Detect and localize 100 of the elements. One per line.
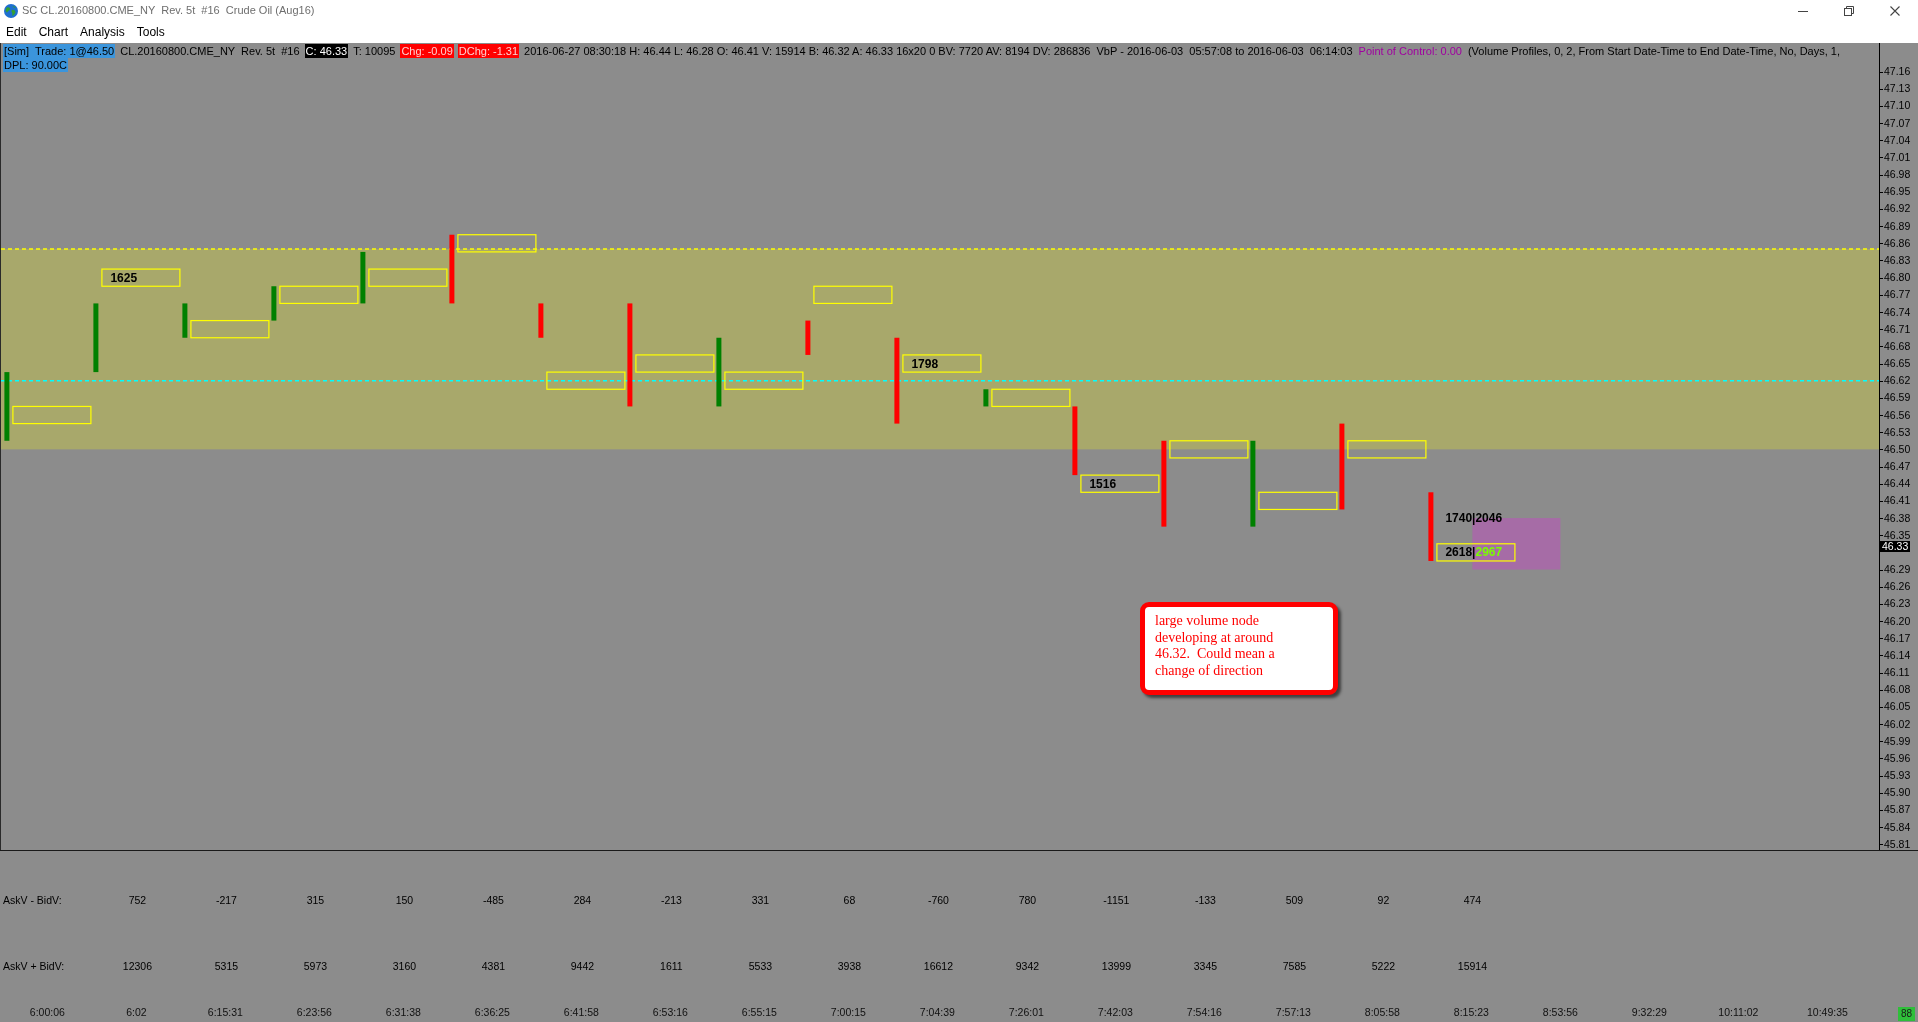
price-label: 46.59 bbox=[1884, 392, 1911, 404]
price-label: 46.02 bbox=[1884, 718, 1911, 730]
price-bar bbox=[271, 286, 277, 321]
menu-item[interactable]: Tools bbox=[130, 22, 171, 42]
study-value: 3160 bbox=[392, 959, 417, 973]
close-icon bbox=[1890, 5, 1900, 16]
price-label: 47.07 bbox=[1884, 117, 1911, 129]
time-label: 6:31:38 bbox=[385, 1006, 421, 1018]
price-label: 46.11 bbox=[1884, 667, 1910, 679]
price-label: 46.20 bbox=[1884, 615, 1911, 627]
price-bar bbox=[805, 320, 811, 355]
study-value: 68 bbox=[843, 893, 856, 907]
info-text: C: 46.33 bbox=[304, 44, 349, 58]
price-bar bbox=[538, 303, 544, 338]
price-label: 46.41 bbox=[1884, 495, 1911, 507]
study-value: -133 bbox=[1194, 893, 1216, 907]
price-bar bbox=[4, 372, 10, 441]
info-text: (Volume Profiles, 0, 2, From Start Date-Time to End Date-Time, No, Days, 1, bbox=[1466, 44, 1842, 58]
price-bar bbox=[983, 389, 989, 407]
price-bar bbox=[182, 303, 188, 338]
price-label: 46.38 bbox=[1884, 512, 1911, 524]
annotation-text: large volume node developing at around 46.32. Could mean a change of direction bbox=[1155, 613, 1276, 679]
time-label: 7:26:01 bbox=[1008, 1006, 1044, 1018]
time-label: 9:32:29 bbox=[1631, 1006, 1667, 1018]
study-value: 15914 bbox=[1457, 959, 1487, 973]
time-label: 7:42:03 bbox=[1097, 1006, 1133, 1018]
info-text: DPL: 90.00C bbox=[3, 58, 68, 72]
price-bar bbox=[1072, 406, 1078, 476]
time-label: 6:36:25 bbox=[474, 1006, 510, 1018]
info-text: [Sim] Trade: 1@46.50 bbox=[3, 44, 116, 58]
price-label: 45.84 bbox=[1884, 821, 1911, 833]
menu-item[interactable]: Chart bbox=[32, 22, 75, 42]
study-value: 5533 bbox=[748, 959, 773, 973]
price-label: 46.89 bbox=[1884, 220, 1911, 232]
study-value: -213 bbox=[660, 893, 682, 907]
restore-icon bbox=[1844, 5, 1854, 16]
volume-label: 1516 bbox=[1089, 477, 1117, 490]
price-label: 45.87 bbox=[1884, 804, 1911, 816]
info-text: Chg: -0.09 bbox=[400, 44, 454, 58]
price-label: 46.92 bbox=[1884, 203, 1911, 215]
study-value: 12306 bbox=[122, 959, 152, 973]
price-label: 46.83 bbox=[1884, 255, 1911, 266]
price-label: 46.26 bbox=[1884, 581, 1911, 593]
menu-item[interactable]: Edit bbox=[0, 22, 33, 42]
price-label: 45.81 bbox=[1884, 838, 1911, 850]
study-value: 5315 bbox=[214, 959, 239, 973]
price-bar bbox=[360, 251, 366, 304]
price-bar bbox=[1428, 492, 1434, 561]
price-label: 47.01 bbox=[1884, 151, 1911, 163]
time-label: 8:53:56 bbox=[1542, 1006, 1578, 1018]
globe-icon bbox=[4, 3, 18, 18]
price-label: 46.68 bbox=[1884, 340, 1911, 352]
study-label: AskV - BidV: bbox=[3, 893, 62, 907]
window-title: SC CL.20160800.CME_NY Rev. 5t #16 Crude Oil (Aug16) bbox=[22, 3, 315, 19]
time-label: 10:11:02 bbox=[1718, 1006, 1759, 1018]
price-label: 45.99 bbox=[1884, 735, 1911, 747]
study-value: 474 bbox=[1463, 893, 1482, 907]
time-label: 6:15:31 bbox=[207, 1006, 243, 1018]
study-value: 315 bbox=[306, 893, 325, 907]
info-text: 2016-06-27 08:30:18 H: 46.44 L: 46.28 O: 46.41 V: 15914 B: 46.32 A: 46.33 16x20 0 BV: 7720 AV: 8194 DV: 286836 VbP - 2016-06-03 05:57:08 to 2016-06-03 06:14:03 bbox=[523, 44, 1354, 58]
price-label: 46.65 bbox=[1884, 358, 1911, 369]
price-label: 47.13 bbox=[1884, 83, 1911, 95]
time-label: 6:00:06 bbox=[29, 1006, 65, 1018]
info-text: CL.20160800.CME_NY Rev. 5t #16 bbox=[119, 44, 301, 58]
price-label: 45.93 bbox=[1884, 770, 1911, 782]
study-value: 3345 bbox=[1193, 959, 1218, 973]
price-bar bbox=[93, 303, 99, 373]
study-value: 3938 bbox=[837, 959, 862, 973]
study-value: -217 bbox=[215, 893, 237, 907]
price-label: 45.90 bbox=[1884, 787, 1911, 799]
price-label: 46.50 bbox=[1884, 443, 1911, 455]
status-indicator: 88 bbox=[1897, 1007, 1915, 1021]
price-label: 46.08 bbox=[1884, 684, 1911, 696]
study-value: 150 bbox=[395, 893, 414, 907]
time-label: 6:55:15 bbox=[741, 1006, 777, 1018]
price-label: 46.86 bbox=[1884, 237, 1911, 249]
menu-item[interactable]: Analysis bbox=[74, 22, 131, 42]
study-value: 752 bbox=[128, 893, 147, 907]
time-label: 8:05:58 bbox=[1364, 1006, 1400, 1018]
time-label: 7:54:16 bbox=[1186, 1006, 1222, 1018]
volume-label: 1625 bbox=[110, 271, 138, 284]
study-value: 509 bbox=[1285, 893, 1304, 907]
price-label: 46.95 bbox=[1884, 186, 1911, 198]
time-label: 6:23:56 bbox=[296, 1006, 332, 1018]
study-value: 5222 bbox=[1371, 959, 1396, 973]
time-label: 6:02 bbox=[126, 1006, 147, 1018]
price-bar bbox=[716, 337, 722, 407]
time-label: 7:57:13 bbox=[1275, 1006, 1311, 1018]
time-label: 7:04:39 bbox=[919, 1006, 955, 1018]
price-label: 46.17 bbox=[1884, 632, 1911, 644]
time-label: 10:49:35 bbox=[1806, 1006, 1848, 1018]
price-label: 46.71 bbox=[1884, 323, 1911, 335]
time-label: 6:53:16 bbox=[652, 1006, 688, 1018]
study-label: AskV + BidV: bbox=[3, 959, 65, 973]
price-bar bbox=[449, 234, 455, 304]
study-value: -485 bbox=[482, 893, 504, 907]
price-label: 46.05 bbox=[1884, 701, 1911, 713]
price-label: 47.16 bbox=[1884, 66, 1911, 78]
study-value: 1611 bbox=[660, 959, 683, 973]
price-label: 46.47 bbox=[1884, 461, 1911, 473]
